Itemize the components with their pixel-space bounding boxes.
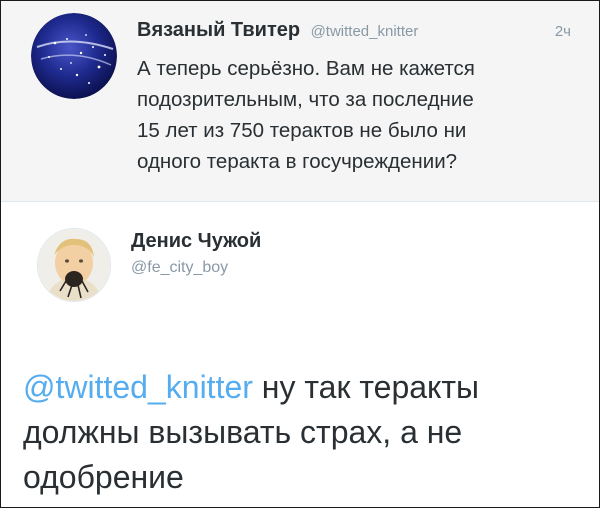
tweet-text: А теперь серьёзно. Вам не кажется подозр…: [137, 53, 589, 177]
reply-text: @twitted_knitter ну так теракты должны в…: [23, 365, 583, 500]
screenshot-frame: Вязаный Твитер @twitted_knitter 2ч А теп…: [0, 0, 600, 508]
reply-author-name[interactable]: Денис Чужой: [131, 230, 261, 253]
original-tweet: Вязаный Твитер @twitted_knitter 2ч А теп…: [1, 1, 599, 201]
tweet-text-line: А теперь серьёзно. Вам не кажется: [137, 57, 475, 80]
mention-link[interactable]: @twitted_knitter: [23, 369, 253, 405]
child-photo-avatar-icon[interactable]: [37, 228, 111, 302]
tweet-timestamp[interactable]: 2ч: [555, 23, 571, 40]
tweet-header: Вязаный Твитер @twitted_knitter 2ч: [137, 19, 587, 45]
author-handle[interactable]: @twitted_knitter: [311, 23, 419, 40]
author-name[interactable]: Вязаный Твитер: [137, 19, 300, 41]
tweet-text-line: одного теракта в госучреждении?: [137, 150, 458, 173]
tweet-text-line: 15 лет из 750 терактов не было ни: [137, 119, 467, 142]
tweet-text-line: подозрительным, что за последние: [137, 88, 474, 111]
globe-avatar-icon[interactable]: [31, 13, 117, 99]
reply-author-handle[interactable]: @fe_city_boy: [131, 259, 228, 277]
reply-tweet: Денис Чужой @fe_city_boy @twitted_knitte…: [1, 202, 599, 507]
